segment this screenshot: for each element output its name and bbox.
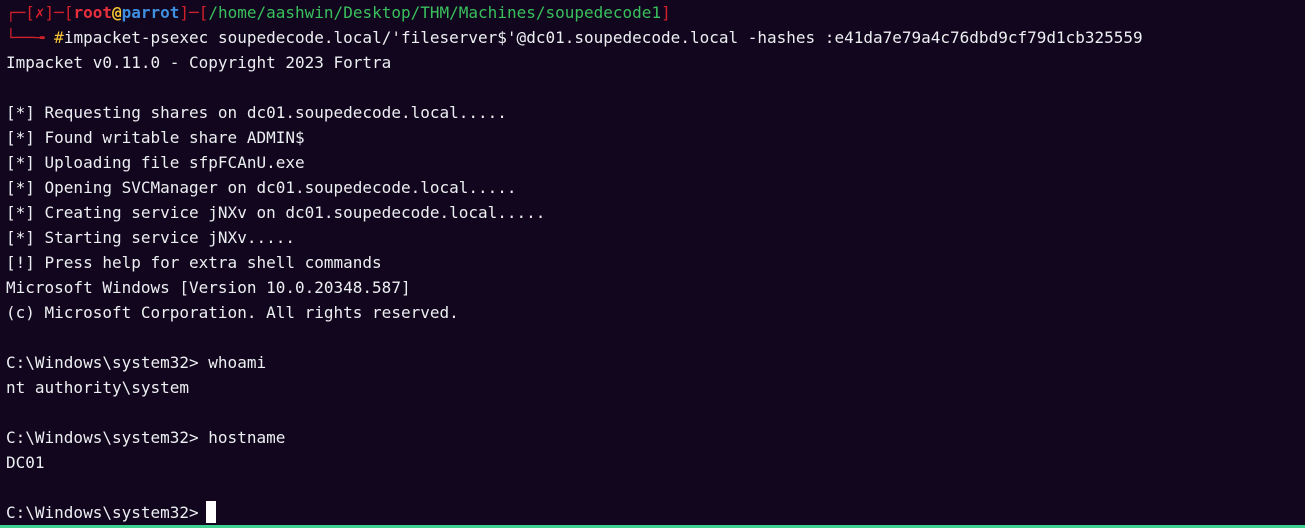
- terminal-window[interactable]: ┌─[✗]─[root@parrot]─[/home/aashwin/Deskt…: [0, 0, 1305, 528]
- prompt-cwd: /home/aashwin/Desktop/THM/Machines/soupe…: [208, 3, 662, 22]
- active-shell-line[interactable]: C:\Windows\system32>: [6, 501, 216, 523]
- prompt-frame-separator: ]─[: [44, 3, 74, 22]
- command-line: └──╼ #impacket-psexec soupedecode.local/…: [6, 28, 1143, 48]
- prompt-hash-symbol: #: [54, 28, 64, 47]
- prompt-host: parrot: [121, 3, 180, 22]
- output-line: [*] Opening SVCManager on dc01.soupedeco…: [6, 178, 517, 197]
- output-line: [*] Uploading file sfpFCAnU.exe: [6, 153, 305, 172]
- prompt-at: @: [111, 3, 122, 22]
- output-line: nt authority\system: [6, 378, 190, 397]
- shell-prompt: C:\Windows\system32>: [6, 503, 199, 522]
- output-line: [*] Starting service jNXv.....: [6, 228, 295, 247]
- output-line: (c) Microsoft Corporation. All rights re…: [6, 303, 459, 322]
- output-line: [*] Requesting shares on dc01.soupedecod…: [6, 103, 507, 122]
- prompt-status-icon: ✗: [34, 3, 45, 22]
- entered-command: impacket-psexec soupedecode.local/'files…: [63, 28, 1143, 47]
- prompt-frame-close: ]: [661, 3, 671, 22]
- output-line: C:\Windows\system32> whoami: [6, 353, 267, 372]
- text-cursor[interactable]: [205, 501, 216, 523]
- output-line: Microsoft Windows [Version 10.0.20348.58…: [6, 278, 411, 297]
- output-line: [!] Press help for extra shell commands: [6, 253, 382, 272]
- output-line: [*] Creating service jNXv on dc01.souped…: [6, 203, 546, 222]
- prompt-user: root: [73, 3, 112, 22]
- prompt-frame-separator-2: ]─[: [179, 3, 209, 22]
- output-line: C:\Windows\system32> hostname: [6, 428, 286, 447]
- prompt-frame-open: ┌─[: [6, 3, 35, 22]
- output-line: Impacket v0.11.0 - Copyright 2023 Fortra: [6, 53, 392, 72]
- output-line: [*] Found writable share ADMIN$: [6, 128, 305, 147]
- prompt-command-prefix: └──╼: [6, 28, 55, 47]
- output-line: DC01: [6, 453, 45, 472]
- prompt-header-line: ┌─[✗]─[root@parrot]─[/home/aashwin/Deskt…: [6, 3, 671, 23]
